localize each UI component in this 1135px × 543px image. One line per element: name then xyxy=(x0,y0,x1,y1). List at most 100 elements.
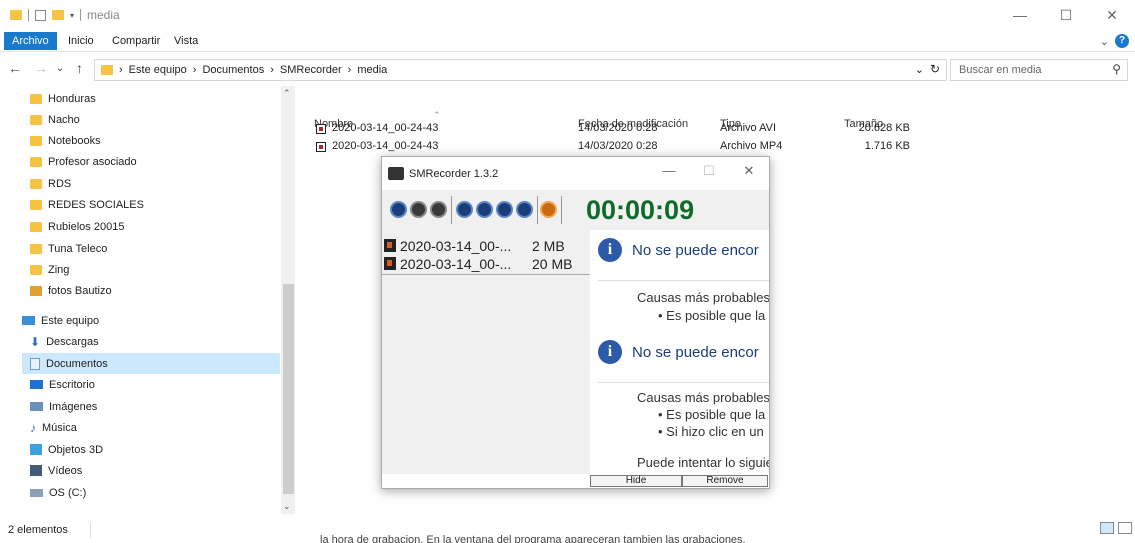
divider xyxy=(598,382,769,383)
window-controls: — ☐ ✕ xyxy=(997,0,1135,30)
recording-item[interactable]: 2020-03-14_00-... 2 MB xyxy=(384,237,588,254)
help-icon[interactable]: ? xyxy=(1115,34,1129,48)
minimize-button[interactable]: — xyxy=(649,163,689,179)
cause-bullet: • Es posible que la xyxy=(658,407,766,422)
nav-item-os-c[interactable]: OS (C:) xyxy=(30,482,290,503)
file-row[interactable]: 2020-03-14_00-24-43 14/03/2020 0:28 Arch… xyxy=(314,120,914,138)
properties-icon[interactable] xyxy=(35,9,46,21)
divider xyxy=(28,9,29,21)
record-screen-icon[interactable] xyxy=(390,201,407,218)
recordings-list[interactable]: 2020-03-14_00-... 2 MB 2020-03-14_00-...… xyxy=(382,230,590,474)
smrecorder-toolbar: 00:00:09 xyxy=(382,190,769,230)
scroll-thumb[interactable] xyxy=(283,284,294,494)
nav-item-imagenes[interactable]: Imágenes xyxy=(30,396,290,417)
stop-recording-icon[interactable] xyxy=(496,201,513,218)
nav-item-descargas[interactable]: ⬇ Descargas xyxy=(30,331,290,352)
nav-scrollbar[interactable]: ⌃ ⌄ xyxy=(281,86,295,514)
tab-compartir[interactable]: Compartir xyxy=(104,32,168,50)
try-text: Puede intentar lo siguie xyxy=(637,455,769,470)
ribbon-tabs: Archivo Inicio Compartir Vista ⌄ ? xyxy=(0,30,1135,52)
breadcrumb-media[interactable]: media xyxy=(357,64,387,76)
file-size: 20.628 KB xyxy=(858,122,910,134)
about-icon[interactable] xyxy=(540,201,557,218)
file-row[interactable]: 2020-03-14_00-24-43 14/03/2020 0:28 Arch… xyxy=(314,138,914,156)
smrecorder-window-controls: — ☐ ✕ xyxy=(649,163,769,179)
recent-locations-icon[interactable]: ⌄ xyxy=(56,63,64,74)
search-icon[interactable]: ⚲ xyxy=(1112,62,1121,76)
nav-item-rubielos[interactable]: Rubielos 20015 xyxy=(30,216,290,237)
folder-icon xyxy=(30,199,42,210)
nav-item-musica[interactable]: ♪ Música xyxy=(30,417,290,438)
item-count: 2 elementos xyxy=(8,524,68,536)
help-icon[interactable] xyxy=(516,201,533,218)
remove-button[interactable]: Remove xyxy=(682,475,768,487)
close-button[interactable]: ✕ xyxy=(729,163,769,179)
nav-item-este-equipo[interactable]: Este equipo xyxy=(22,310,282,331)
nav-item-escritorio[interactable]: Escritorio xyxy=(30,374,290,395)
nav-item-label: Nacho xyxy=(48,113,80,126)
nav-item-fotos-bautizo[interactable]: fotos Bautizo xyxy=(30,280,290,301)
tab-archivo[interactable]: Archivo xyxy=(4,32,57,50)
breadcrumb-este-equipo[interactable]: Este equipo xyxy=(129,64,187,76)
nav-item-documentos[interactable]: Documentos xyxy=(22,353,280,374)
breadcrumb-documentos[interactable]: Documentos xyxy=(202,64,264,76)
hide-button[interactable]: Hide xyxy=(590,475,682,487)
folder-icon xyxy=(30,221,42,232)
nav-item-redes-sociales[interactable]: REDES SOCIALES xyxy=(30,194,290,215)
nav-item-rds[interactable]: RDS xyxy=(30,173,290,194)
cause-text: Si hizo clic en un xyxy=(666,424,764,439)
details-view-icon[interactable] xyxy=(1100,522,1114,534)
folder-icon xyxy=(30,93,42,104)
nav-item-zing[interactable]: Zing xyxy=(30,259,290,280)
tab-inicio[interactable]: Inicio xyxy=(60,32,102,50)
nav-item-label: Objetos 3D xyxy=(48,443,104,456)
nav-item-nacho[interactable]: Nacho xyxy=(30,109,290,130)
recording-item[interactable]: 2020-03-14_00-... 20 MB xyxy=(384,255,588,272)
nav-item-label: OS (C:) xyxy=(49,486,87,499)
up-arrow-icon[interactable]: ↑ xyxy=(76,60,83,76)
large-icons-view-icon[interactable] xyxy=(1118,522,1132,534)
cause-bullet: • Si hizo clic en un xyxy=(658,424,764,439)
close-button[interactable]: ✕ xyxy=(1089,0,1135,30)
breadcrumb-smrecorder[interactable]: SMRecorder xyxy=(280,64,342,76)
drive-icon xyxy=(30,488,43,497)
settings-icon[interactable] xyxy=(476,201,493,218)
folder-icon xyxy=(30,285,42,296)
folder-icon xyxy=(30,156,42,167)
new-recording-icon[interactable] xyxy=(456,201,473,218)
forward-arrow-icon[interactable]: → xyxy=(34,60,48,76)
back-arrow-icon[interactable]: ← xyxy=(8,60,22,76)
new-folder-icon[interactable] xyxy=(52,10,64,20)
computer-icon xyxy=(22,316,35,325)
search-input[interactable]: Buscar en media ⚲ xyxy=(950,59,1128,81)
breadcrumb-sep-icon: › xyxy=(192,64,197,76)
refresh-icon[interactable]: ↻ xyxy=(930,62,940,76)
nav-item-notebooks[interactable]: Notebooks xyxy=(30,130,290,151)
nav-item-videos[interactable]: Vídeos xyxy=(30,460,290,481)
maximize-button[interactable]: ☐ xyxy=(689,163,729,179)
expand-ribbon-icon[interactable]: ⌄ xyxy=(1100,35,1109,48)
nav-item-objetos-3d[interactable]: Objetos 3D xyxy=(30,439,290,460)
pause-icon[interactable] xyxy=(410,201,427,218)
download-icon: ⬇ xyxy=(30,334,41,349)
nav-item-honduras[interactable]: Honduras xyxy=(30,88,290,109)
minimize-button[interactable]: — xyxy=(997,0,1043,30)
nav-item-profesor-asociado[interactable]: Profesor asociado xyxy=(30,151,290,172)
video-file-icon xyxy=(316,124,326,134)
maximize-button[interactable]: ☐ xyxy=(1043,0,1089,30)
scroll-down-icon[interactable]: ⌄ xyxy=(283,501,291,512)
address-bar[interactable]: › Este equipo › Documentos › SMRecorder … xyxy=(94,59,947,81)
video-file-icon xyxy=(384,257,396,270)
tab-vista[interactable]: Vista xyxy=(166,32,206,50)
video-file-icon xyxy=(316,142,326,152)
nav-item-tuna-teleco[interactable]: Tuna Teleco xyxy=(30,238,290,259)
nav-item-label: Escritorio xyxy=(49,378,95,391)
causes-label: Causas más probables: xyxy=(637,390,769,405)
video-file-icon xyxy=(384,239,396,252)
address-dropdown-icon[interactable]: ⌄ xyxy=(915,63,924,76)
customize-toolbar-icon[interactable]: ▾ xyxy=(70,11,74,20)
scroll-up-icon[interactable]: ⌃ xyxy=(283,88,291,99)
nav-item-label: fotos Bautizo xyxy=(48,284,112,297)
stop-icon[interactable] xyxy=(430,201,447,218)
title-bar: ▾ media — ☐ ✕ xyxy=(0,0,1135,30)
